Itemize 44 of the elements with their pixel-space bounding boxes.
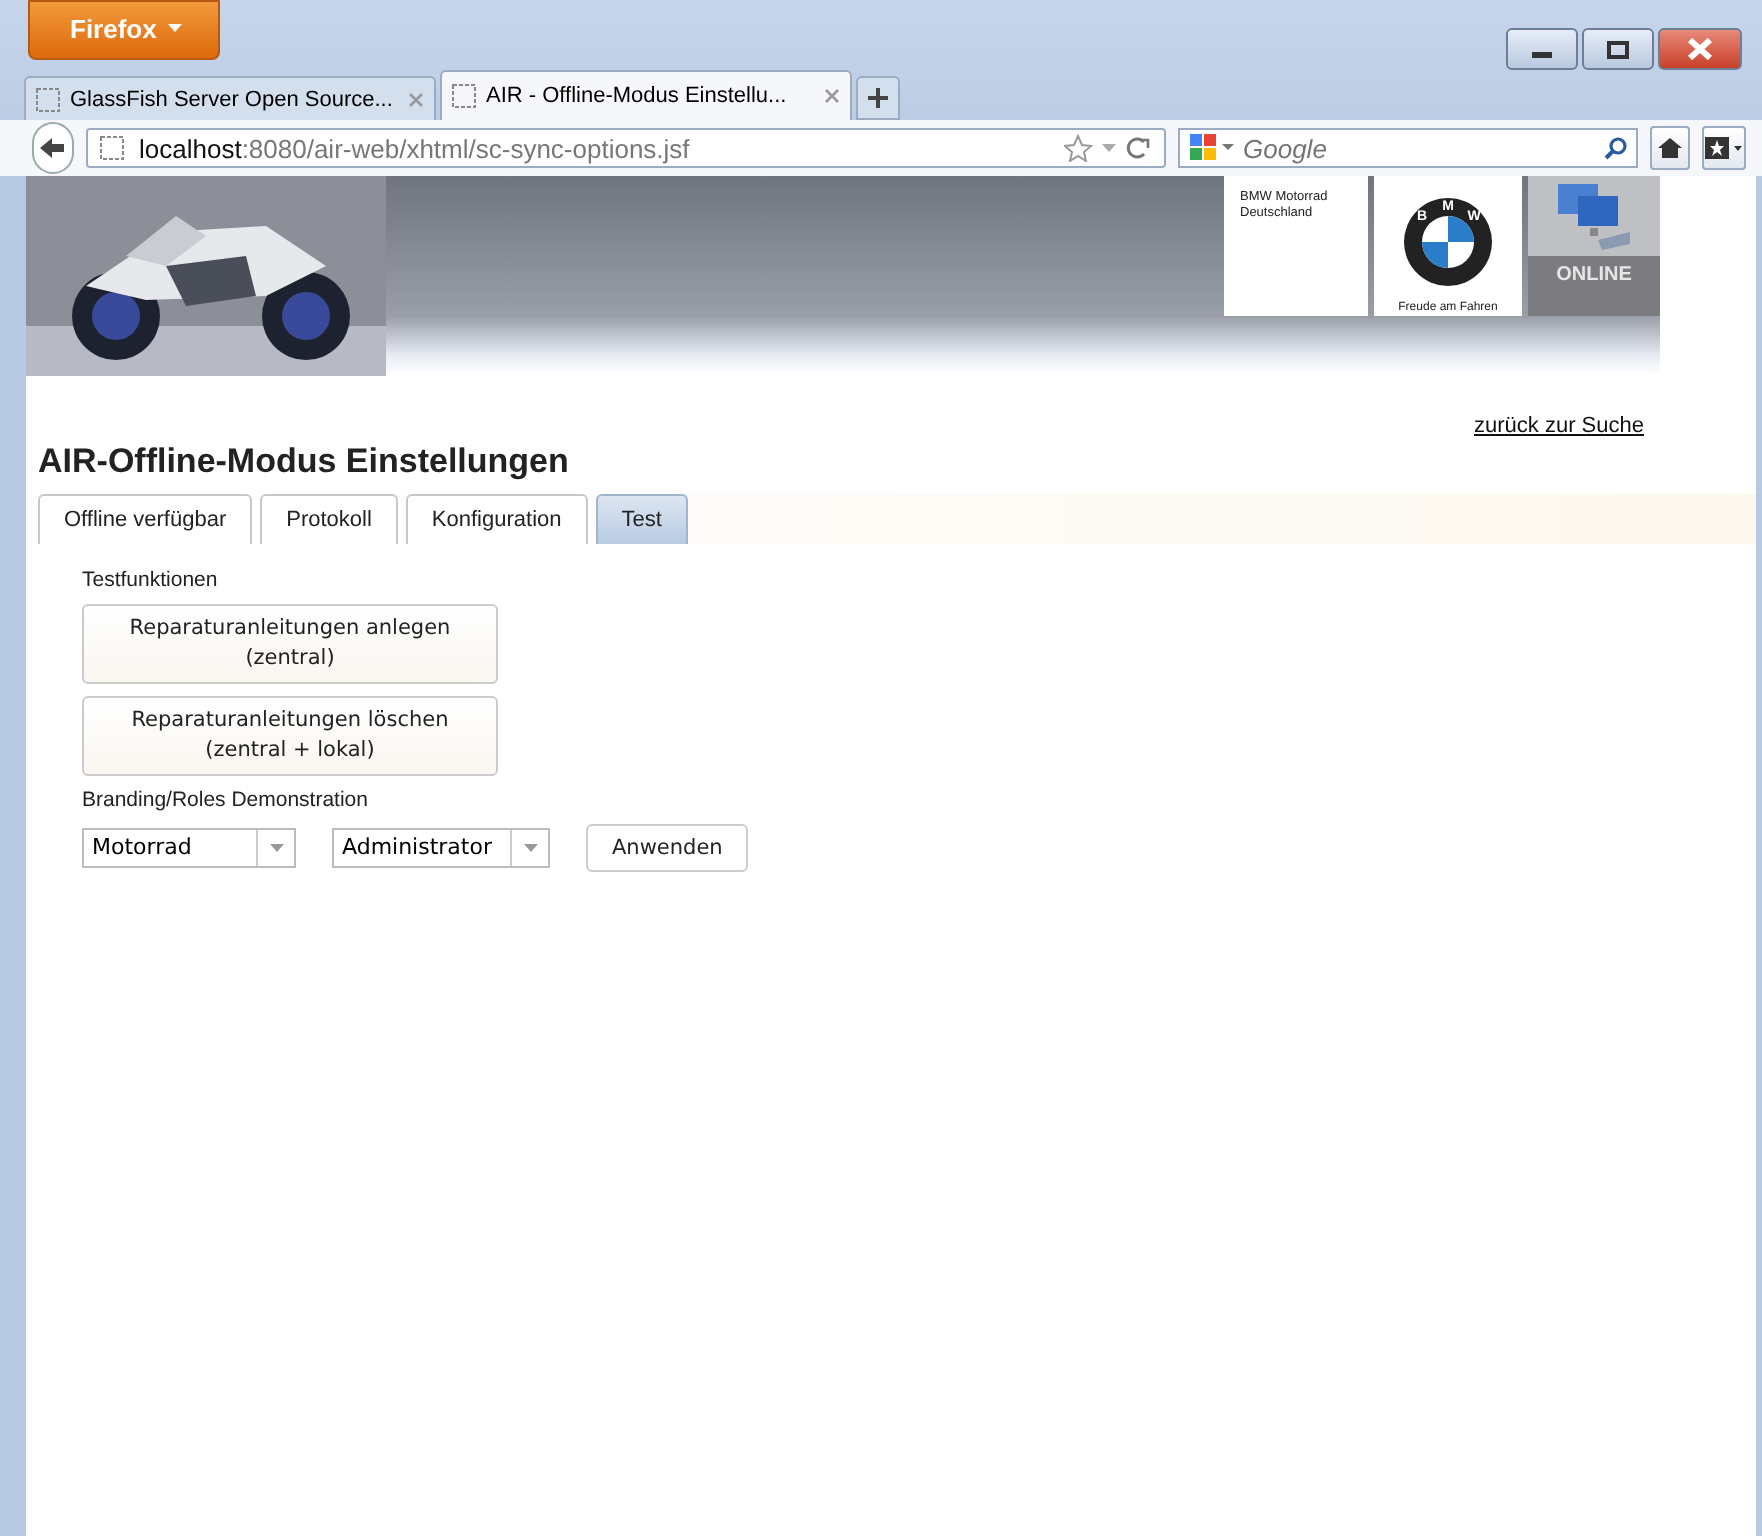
dropdown[interactable]: Motorrad (82, 828, 296, 868)
close-icon (1686, 38, 1714, 60)
minimize-button[interactable] (1506, 28, 1578, 70)
connection-status: ONLINE (1554, 264, 1634, 286)
back-button[interactable] (32, 122, 73, 174)
tab[interactable]: Protokoll (260, 494, 398, 544)
section-label: Branding/Roles Demonstration (82, 788, 368, 812)
back-arrow-icon (38, 136, 67, 160)
close-button[interactable] (1658, 28, 1742, 70)
close-icon[interactable] (824, 88, 840, 104)
address-bar[interactable]: localhost:8080/air-web/xhtml/sc-sync-options.jsf (85, 128, 1165, 168)
search-engine-icon (1187, 132, 1239, 164)
apply-button[interactable]: Anwenden (586, 824, 749, 872)
caret-icon (523, 844, 537, 852)
maximize-icon (1606, 39, 1630, 59)
dropdown[interactable]: Administrator (332, 828, 550, 868)
caret-icon (168, 24, 183, 32)
home-button[interactable] (1649, 126, 1690, 170)
home-icon (1655, 136, 1684, 160)
page-icon (452, 84, 476, 108)
new-tab-button[interactable] (856, 76, 900, 120)
caret-icon (269, 844, 283, 852)
browser-tab[interactable]: GlassFish Server Open Source... (24, 76, 436, 120)
tab[interactable]: Konfiguration (405, 494, 588, 544)
back-link[interactable]: zurück zur Suche (1474, 414, 1644, 438)
maximize-button[interactable] (1582, 28, 1654, 70)
action-button[interactable]: Reparaturanleitungen löschen (zentral + lokal) (82, 696, 498, 776)
computer-network-icon (1554, 180, 1634, 252)
tab[interactable]: Offline verfügbar (38, 494, 253, 544)
page-title: AIR-Offline-Modus Einstellungen (38, 442, 571, 482)
bookmark-star-icon[interactable] (1063, 134, 1151, 162)
browser-tab[interactable]: AIR - Offline-Modus Einstellu... (440, 70, 852, 120)
tab[interactable]: Test (595, 494, 688, 544)
search-bar[interactable]: Google (1177, 128, 1637, 168)
bookmarks-button[interactable] (1702, 126, 1746, 170)
page-icon (36, 87, 60, 111)
search-icon[interactable] (1603, 136, 1627, 160)
action-button[interactable]: Reparaturanleitungen anlegen (zentral) (82, 604, 498, 684)
plus-icon (868, 88, 888, 108)
page-icon (99, 136, 123, 160)
bookmarks-icon (1704, 136, 1744, 160)
url-text: localhost:8080/air-web/xhtml/sc-sync-options.jsf (139, 133, 692, 163)
minimize-icon (1532, 52, 1552, 58)
section-label: Testfunktionen (82, 568, 218, 592)
